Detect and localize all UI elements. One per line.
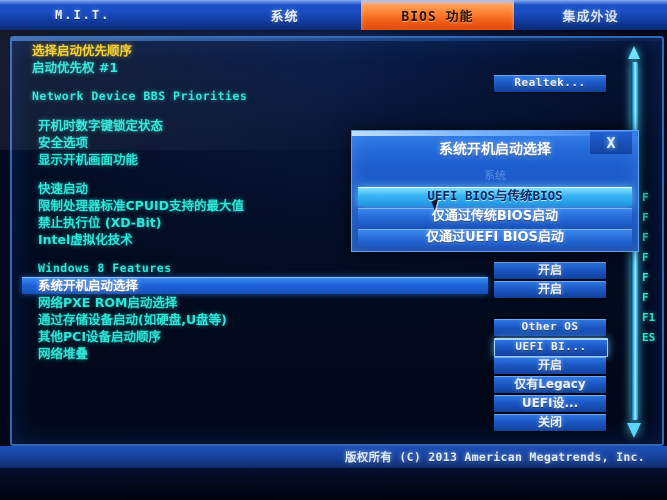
scroll-up-arrow-icon[interactable] (628, 46, 640, 59)
dialog-option-list: UEFI BIOS与传统BIOS 仅通过传统BIOS启动 仅通过UEFI BIO… (358, 187, 632, 250)
tab-label: 系统 (270, 9, 299, 25)
value-button-other-pci[interactable]: UEFI设... (494, 395, 606, 412)
dialog-option-legacy-only[interactable]: 仅通过传统BIOS启动 (358, 208, 632, 227)
setting-row-boot-priority-order[interactable]: 选择启动优先顺序 (22, 42, 492, 59)
help-key: F (642, 231, 649, 244)
setting-row-other-pci-boot-policy[interactable]: 其他PCI设备启动顺序 (22, 328, 492, 345)
setting-row-storage-boot-policy[interactable]: 通过存储设备启动(如硬盘,U盘等) (22, 311, 492, 328)
value-button-windows8[interactable]: Other OS (494, 319, 606, 336)
value-button-storage-boot[interactable]: 仅有Legacy (494, 376, 606, 393)
value-button-network-stack[interactable]: 关闭 (494, 414, 606, 431)
dialog-option-uefi-and-legacy[interactable]: UEFI BIOS与传统BIOS (358, 187, 632, 206)
dialog-subtitle: 系统 (484, 169, 506, 182)
dialog-option-uefi-only[interactable]: 仅通过UEFI BIOS启动 (358, 229, 632, 248)
value-button-csm-support[interactable]: UEFI BI... (494, 338, 608, 357)
boot-mode-selection-dialog: 系统开机启动选择 X 系统 UEFI BIOS与传统BIOS 仅通过传统BIOS… (351, 130, 639, 252)
dialog-title-bar: 系统开机启动选择 X (352, 131, 638, 165)
setting-row-network-bbs-priorities[interactable]: Network Device BBS Priorities (22, 88, 492, 105)
top-tab-bar: M.I.T. 系统 BIOS 功能 集成外设 (0, 0, 667, 30)
help-key: F (642, 291, 649, 304)
tab-label: BIOS 功能 (401, 9, 474, 25)
row-spacer (22, 76, 492, 88)
help-key: F (642, 211, 649, 224)
value-button-execute-disable[interactable]: 开启 (494, 281, 606, 298)
tab-label: 集成外设 (562, 9, 619, 25)
setting-row-csm-support[interactable]: 系统开机启动选择 (22, 277, 488, 294)
scroll-down-arrow-icon[interactable] (627, 423, 641, 438)
value-button-limit-cpuid[interactable]: 开启 (494, 262, 606, 279)
close-icon[interactable]: X (590, 132, 632, 154)
help-key: F (642, 191, 649, 204)
bios-screen: M.I.T. 系统 BIOS 功能 集成外设 选择启动优先顺序 启动优先权 #1… (0, 0, 667, 500)
tab-label: M.I.T. (55, 8, 111, 22)
setting-row-pxe-oprom-policy[interactable]: 网络PXE ROM启动选择 (22, 294, 492, 311)
help-key-column: F F F F F F F1 ES (642, 188, 662, 348)
tab-system[interactable]: 系统 (208, 0, 361, 30)
help-key: F (642, 251, 649, 264)
tab-peripherals[interactable]: 集成外设 (514, 0, 667, 30)
setting-row-network-stack[interactable]: 网络堆叠 (22, 345, 492, 362)
tab-mit[interactable]: M.I.T. (0, 0, 208, 30)
row-spacer (22, 105, 492, 117)
screen-bezel (0, 468, 667, 500)
help-key: F1 (642, 311, 656, 324)
value-button-boot-option-1[interactable]: Realtek... (494, 75, 606, 92)
footer-bar: 版权所有 (C) 2013 American Megatrends, Inc. (0, 446, 667, 468)
help-key: F (642, 271, 649, 284)
help-key: ES (642, 331, 656, 344)
setting-row-windows8-features[interactable]: Windows 8 Features (22, 260, 492, 277)
tab-bios-features[interactable]: BIOS 功能 (361, 0, 514, 30)
setting-row-boot-option-1[interactable]: 启动优先权 #1 (22, 59, 492, 76)
copyright-text: 版权所有 (C) 2013 American Megatrends, Inc. (344, 450, 645, 464)
value-button-pxe-oprom[interactable]: 开启 (494, 357, 606, 374)
